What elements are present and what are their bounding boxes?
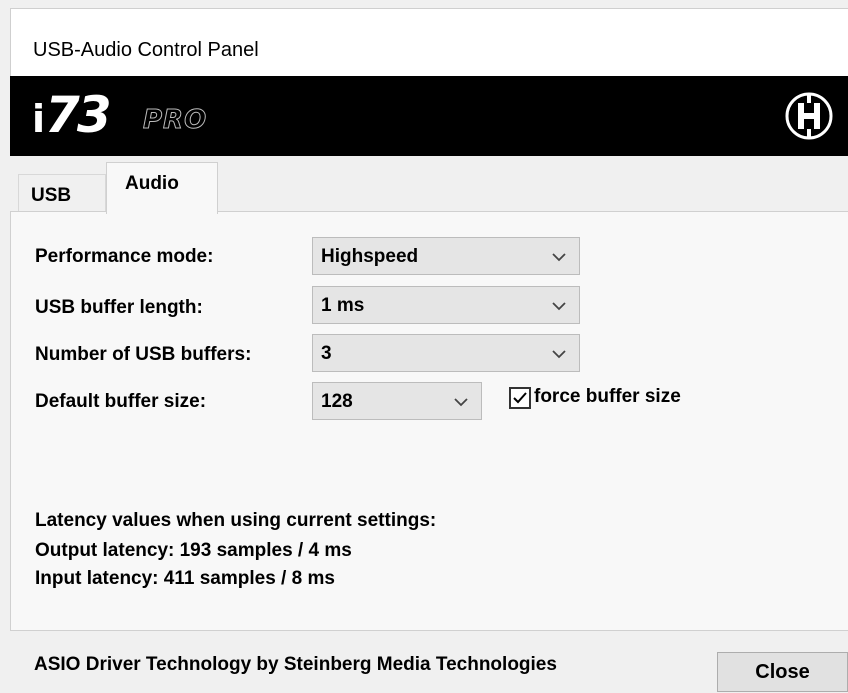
product-logo: i73 xyxy=(32,86,112,144)
logo-number: 73 xyxy=(45,86,112,144)
tab-bar: USB Audio xyxy=(10,156,848,214)
input-latency: Input latency: 411 samples / 8 ms xyxy=(35,568,335,589)
close-button[interactable]: Close xyxy=(717,652,848,692)
chevron-down-icon xyxy=(552,302,566,311)
checkmark-icon xyxy=(513,392,527,404)
window-title: USB-Audio Control Panel xyxy=(33,39,259,61)
output-latency: Output latency: 193 samples / 4 ms xyxy=(35,540,352,561)
product-banner: i73 PRO xyxy=(10,76,848,156)
number-of-usb-buffers-value: 3 xyxy=(321,343,332,364)
tab-audio[interactable]: Audio xyxy=(106,162,218,214)
number-of-usb-buffers-select[interactable]: 3 xyxy=(312,334,580,372)
performance-mode-value: Highspeed xyxy=(321,246,419,267)
usb-buffer-length-select[interactable]: 1 ms xyxy=(312,286,580,324)
chevron-down-icon xyxy=(552,350,566,359)
usb-buffer-length-value: 1 ms xyxy=(321,295,365,316)
chevron-down-icon xyxy=(552,253,566,262)
usb-audio-control-panel-window: USB-Audio Control Panel i73 PRO USB Audi… xyxy=(0,0,848,693)
title-bar: USB-Audio Control Panel xyxy=(10,8,848,77)
force-buffer-size-label: force buffer size xyxy=(534,386,681,407)
default-buffer-size-label: Default buffer size: xyxy=(35,391,207,412)
performance-mode-select[interactable]: Highspeed xyxy=(312,237,580,275)
tab-usb[interactable]: USB xyxy=(18,174,106,212)
checkbox-box[interactable] xyxy=(509,387,531,409)
latency-heading: Latency values when using current settin… xyxy=(35,510,437,531)
audio-settings-panel: Performance mode: Highspeed USB buffer l… xyxy=(10,211,848,631)
asio-credit-text: ASIO Driver Technology by Steinberg Medi… xyxy=(34,654,557,675)
default-buffer-size-select[interactable]: 128 xyxy=(312,382,482,420)
logo-i: i xyxy=(32,97,46,141)
default-buffer-size-value: 128 xyxy=(321,391,353,412)
h-logo-icon xyxy=(785,92,833,140)
usb-buffer-length-label: USB buffer length: xyxy=(35,297,203,318)
number-of-usb-buffers-label: Number of USB buffers: xyxy=(35,344,252,365)
logo-suffix: PRO xyxy=(142,105,208,136)
chevron-down-icon xyxy=(454,398,468,407)
performance-mode-label: Performance mode: xyxy=(35,246,214,267)
